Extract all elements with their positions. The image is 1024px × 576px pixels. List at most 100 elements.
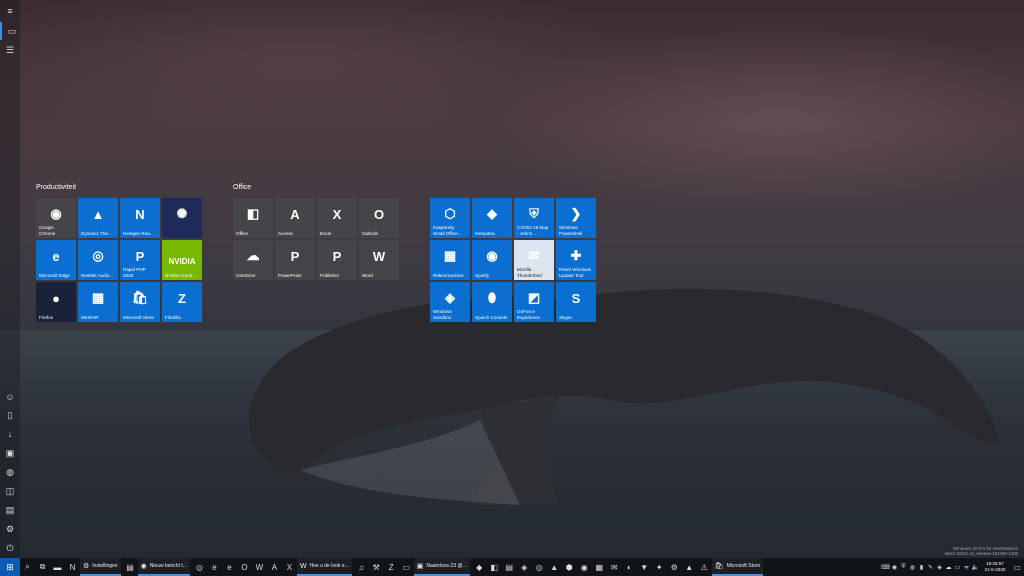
tile-firefox[interactable]: ● Firefox xyxy=(36,282,76,322)
tb-outlook-button[interactable]: O xyxy=(237,558,252,576)
tile-onedrive[interactable]: ☁ OneDrive xyxy=(233,240,273,280)
pictures-button[interactable]: ▣ xyxy=(0,444,20,462)
tb-i13-button[interactable]: ✦ xyxy=(652,558,667,576)
notification-button[interactable]: ▭ xyxy=(1010,558,1024,576)
tile-chrome[interactable]: ◉ Google Chrome xyxy=(36,198,76,238)
tray-6-button[interactable]: ✎ xyxy=(926,558,935,576)
tile-geforce[interactable]: ◩ GeForce Experience xyxy=(514,282,554,322)
tb-i6-button[interactable]: ▲ xyxy=(547,558,562,576)
tray-3-button[interactable]: ⛨ xyxy=(899,558,908,576)
tb-i9-button[interactable]: ▦ xyxy=(592,558,607,576)
tile-edge[interactable]: e Microsoft Edge xyxy=(36,240,76,280)
tile-calculator[interactable]: ▦ Rekenmachine xyxy=(430,240,470,280)
power-button[interactable]: ⏻ xyxy=(0,539,20,557)
tray-5-button[interactable]: ▮ xyxy=(917,558,926,576)
tb-settings-button[interactable]: ⚙ Instellingen xyxy=(80,558,121,576)
tb-chrome-new-message-button[interactable]: ◉ Nieuw bericht t... xyxy=(137,558,190,576)
tb-explorer-button[interactable]: ▤ xyxy=(123,558,138,576)
tray-1-button[interactable]: ⌨ xyxy=(881,558,890,576)
start-button[interactable]: ⊞ xyxy=(0,558,20,576)
tile-thunderbird[interactable]: ✉ Mozilla Thunderbird xyxy=(514,240,554,280)
tb-i15-button[interactable]: ⚠ xyxy=(697,558,712,576)
tray-7-button[interactable]: ◈ xyxy=(935,558,944,576)
network-button[interactable]: ◍ xyxy=(0,463,20,481)
tb-word-button[interactable]: W xyxy=(252,558,267,576)
tray-9-button[interactable]: ▭ xyxy=(953,558,962,576)
tb-mic-button[interactable]: ♫ xyxy=(354,558,369,576)
tb-i14-button[interactable]: ⚙ xyxy=(667,558,682,576)
explorer-button[interactable]: ▤ xyxy=(0,501,20,519)
tile-dynamic-theme[interactable]: ▲ Dynamic The... xyxy=(78,198,118,238)
tb-word-doc-button[interactable]: W Hoe u de look e... xyxy=(296,558,352,576)
tile-word[interactable]: W Word xyxy=(359,240,399,280)
task-view-button[interactable]: ⧉ xyxy=(35,558,50,576)
tb-access-button[interactable]: A xyxy=(267,558,282,576)
tile-publisher[interactable]: P Publisher xyxy=(317,240,357,280)
tb-i3-button[interactable]: ▤ xyxy=(502,558,517,576)
tb-naamloos-button[interactable]: ▣ Naamloos-23 @... xyxy=(413,558,470,576)
tb-i12-button[interactable]: ▼ xyxy=(637,558,652,576)
tile-label: Microsoft Edge xyxy=(39,272,70,278)
tile-photo-app[interactable]: ✺ xyxy=(162,198,202,238)
tile-realtek-audio[interactable]: ◎ Realtek Audio... xyxy=(78,240,118,280)
tb-chrome-button[interactable]: ◎ xyxy=(192,558,207,576)
tile-sandbox[interactable]: ◈ Windows Sandbox xyxy=(430,282,470,322)
tb-i1-button[interactable]: ◆ xyxy=(472,558,487,576)
clock[interactable]: 19:25:57 21-5-2020 xyxy=(980,561,1010,572)
all-apps-button[interactable]: ☰ xyxy=(0,41,20,59)
tile-store[interactable]: 🛍 Microsoft Store xyxy=(120,282,160,322)
tile-kaspersky[interactable]: ⬡ Kaspersky Small Office... xyxy=(430,198,470,238)
tray-4-button[interactable]: ◍ xyxy=(908,558,917,576)
kleopatra-icon: ◆ xyxy=(487,206,497,221)
tile-nextgen-reader[interactable]: N Nextgen Rea... xyxy=(120,198,160,238)
tb-vlc-button[interactable]: ▲ xyxy=(682,558,697,576)
settings-button[interactable]: ⚙ xyxy=(0,520,20,538)
tile-kleopatra[interactable]: ◆ Klenpatra xyxy=(472,198,512,238)
tb-store-button[interactable]: 🛍 Microsoft Store xyxy=(711,558,764,576)
tb-tool-button[interactable]: ⚒ xyxy=(369,558,384,576)
tile-reset-update[interactable]: ✚ Reset Windows Update Tool xyxy=(556,240,596,280)
tb-i8-button[interactable]: ◉ xyxy=(577,558,592,576)
tile-access[interactable]: A Access xyxy=(275,198,315,238)
tb-naamloos-icon: ▣ xyxy=(416,563,424,570)
tb-terminal-button[interactable]: ▭ xyxy=(399,558,414,576)
tray-2-button[interactable]: ◉ xyxy=(890,558,899,576)
tb-i11-button[interactable]: ◐ xyxy=(622,558,637,576)
tiles-button[interactable]: ▭ xyxy=(0,22,22,40)
tb-edge2-button[interactable]: e xyxy=(222,558,237,576)
tile-winrar[interactable]: ▦ WinRAR xyxy=(78,282,118,322)
tb-excel-button[interactable]: X xyxy=(282,558,297,576)
tb-i5-button[interactable]: ◎ xyxy=(532,558,547,576)
tile-powerpoint[interactable]: P PowerPoint xyxy=(275,240,315,280)
tile-sputch[interactable]: ⬮ Sputch Console xyxy=(472,282,512,322)
tb-i10-button[interactable]: ✉ xyxy=(607,558,622,576)
tile-rapid-php[interactable]: P Rapid PHP 2020 xyxy=(120,240,160,280)
tb-filezilla-button[interactable]: Z xyxy=(384,558,399,576)
tb-app-button-1[interactable]: ▬ xyxy=(50,558,65,576)
tile-skype[interactable]: S Skype xyxy=(556,282,596,322)
tb-nextgen-button[interactable]: N xyxy=(65,558,80,576)
tray-volume-button[interactable]: 🔈 xyxy=(971,558,980,576)
documents-button[interactable]: ▯ xyxy=(0,406,20,424)
downloads-button[interactable]: ↓ xyxy=(0,425,20,443)
tb-outlook-icon: O xyxy=(241,562,248,572)
tile-spotify[interactable]: ◉ Spotify xyxy=(472,240,512,280)
tb-edge-button[interactable]: e xyxy=(207,558,222,576)
tb-i4-button[interactable]: ◈ xyxy=(517,558,532,576)
tile-nvidia-control[interactable]: NVIDIA NVIDIA Contr... xyxy=(162,240,202,280)
tile-filezilla[interactable]: Z FileZilla xyxy=(162,282,202,322)
tb-i7-button[interactable]: ⬢ xyxy=(562,558,577,576)
tile-outlook[interactable]: O Outlook xyxy=(359,198,399,238)
tb-i2-button[interactable]: ◧ xyxy=(487,558,502,576)
personal-folder-button[interactable]: ◫ xyxy=(0,482,20,500)
tray-8-button[interactable]: ☁ xyxy=(944,558,953,576)
search-button[interactable]: ⌕ xyxy=(20,558,35,576)
tile-covid-map[interactable]: ⛨ COVID-19 Map - Johns... xyxy=(514,198,554,238)
tile-powershell[interactable]: ❯ Windows PowerShell xyxy=(556,198,596,238)
hamburger-button[interactable]: ≡ xyxy=(0,2,20,20)
tray-10-button[interactable]: ᯤ xyxy=(962,558,971,576)
tile-label: GeForce Experience xyxy=(517,309,540,320)
tile-office[interactable]: ◧ Office xyxy=(233,198,273,238)
tile-excel[interactable]: X Excel xyxy=(317,198,357,238)
avatar-button[interactable]: ☺ xyxy=(0,388,20,406)
